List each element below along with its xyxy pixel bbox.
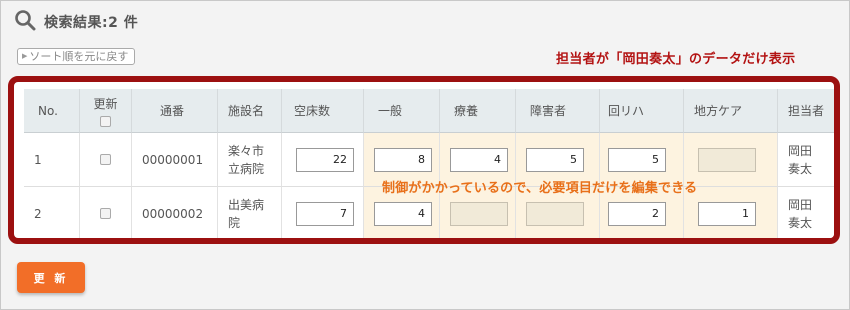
row1-general-input[interactable]: 8 <box>374 147 432 172</box>
col-header-community: 地方ケア <box>684 89 778 133</box>
row2-community-cell: 1 <box>684 187 778 238</box>
row1-rehab-input[interactable]: 5 <box>608 147 666 172</box>
reset-sort-label: ソート順を元に戻す <box>29 50 129 63</box>
row1-serial: 00000001 <box>132 133 218 187</box>
result-table-frame: No. 更新 通番 施設名 空床数 一般 療養 障害者 回リハ 地方ケア 担当者… <box>8 76 840 244</box>
search-result-header: 検索結果:2 件 <box>14 10 138 34</box>
row1-disability-input[interactable]: 5 <box>526 147 584 172</box>
row2-recuperation-input <box>450 201 508 226</box>
col-header-facility: 施設名 <box>218 89 282 133</box>
annotation-filter-note: 担当者が「岡田奏太」のデータだけ表示 <box>556 52 796 67</box>
row2-no: 2 <box>24 187 80 238</box>
row1-vacant-cell: 22 <box>282 133 364 187</box>
row2-vacant-cell: 7 <box>282 187 364 238</box>
col-header-general: 一般 <box>364 89 440 133</box>
col-header-vacant: 空床数 <box>282 89 364 133</box>
row1-update-checkbox[interactable] <box>100 154 111 165</box>
row1-recuperation-input[interactable]: 4 <box>450 147 508 172</box>
row1-no: 1 <box>24 133 80 187</box>
col-header-serial: 通番 <box>132 89 218 133</box>
col-header-recuperation: 療養 <box>440 89 516 133</box>
row1-manager: 岡田 奏太 <box>778 133 834 187</box>
update-button[interactable]: 更 新 <box>17 262 85 293</box>
result-title: 検索結果:2 件 <box>44 15 139 31</box>
row2-vacant-input[interactable]: 7 <box>296 201 354 226</box>
row2-serial: 00000002 <box>132 187 218 238</box>
select-all-checkbox[interactable] <box>100 115 111 127</box>
row2-facility: 出美病 院 <box>218 187 282 238</box>
row1-community-input <box>698 147 756 172</box>
row1-update-cell <box>80 133 132 187</box>
row2-update-checkbox[interactable] <box>100 208 111 219</box>
row2-general-input[interactable]: 4 <box>374 201 432 226</box>
row2-manager: 岡田 奏太 <box>778 187 834 238</box>
col-header-update-label: 更新 <box>93 96 118 111</box>
row1-facility: 楽々市 立病院 <box>218 133 282 187</box>
col-header-no: No. <box>24 89 80 133</box>
col-header-disability: 障害者 <box>516 89 600 133</box>
row1-community-cell <box>684 133 778 187</box>
col-header-rehab: 回リハ <box>600 89 684 133</box>
col-header-update: 更新 <box>80 89 132 133</box>
row2-community-input[interactable]: 1 <box>698 201 756 226</box>
reset-sort-button[interactable]: ▶ ソート順を元に戻す <box>17 48 135 65</box>
row2-rehab-input[interactable]: 2 <box>608 201 666 226</box>
row1-vacant-input[interactable]: 22 <box>296 147 354 172</box>
search-icon <box>14 9 36 35</box>
col-header-manager: 担当者 <box>778 89 834 133</box>
annotation-edit-note: 制御がかかっているので、必要項目だけを編集できる <box>382 181 698 196</box>
row2-disability-input <box>526 201 584 226</box>
play-icon: ▶ <box>22 52 28 60</box>
row2-update-cell <box>80 187 132 238</box>
